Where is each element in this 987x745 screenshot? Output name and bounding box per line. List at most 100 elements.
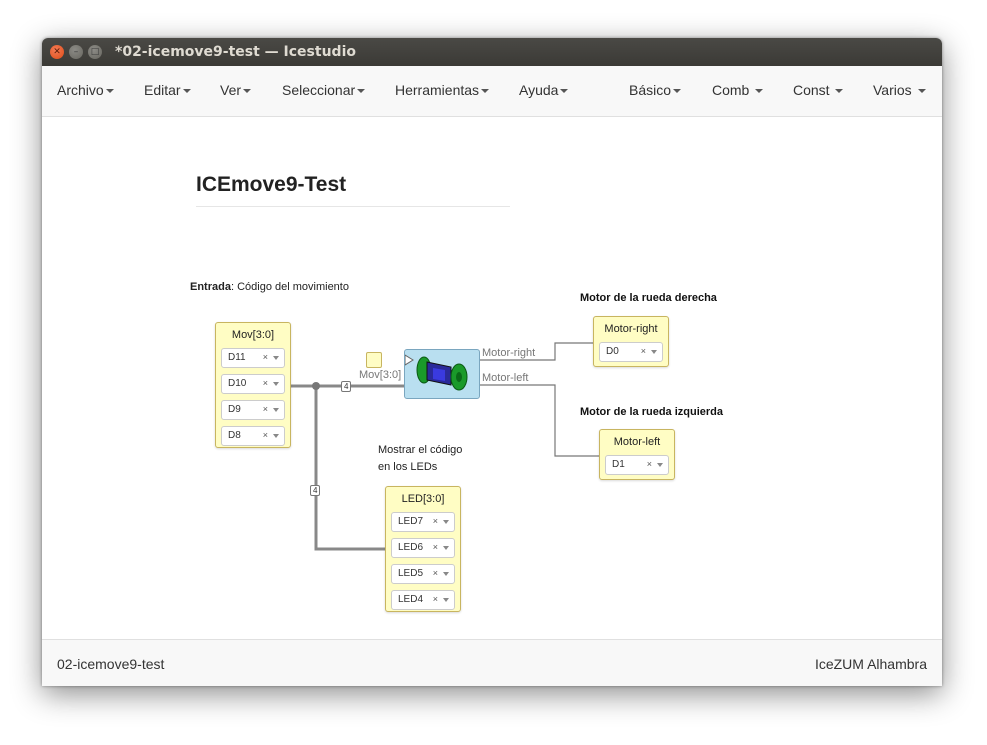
output-block-led[interactable]: LED[3:0] LED7 × LED6 × LED5 × LED4 × bbox=[385, 486, 461, 612]
dropdown-arrow-icon[interactable] bbox=[273, 356, 279, 360]
output-block-motor-right[interactable]: Motor-right D0 × bbox=[593, 316, 669, 367]
block-name: Motor-right bbox=[604, 323, 658, 335]
clear-icon[interactable]: × bbox=[647, 459, 652, 469]
dropdown-arrow-icon[interactable] bbox=[657, 463, 663, 467]
pin-select[interactable]: D9 × bbox=[221, 400, 285, 420]
module-output-left-label: Motor-left bbox=[482, 372, 529, 384]
output-block-motor-left[interactable]: Motor-left D1 × bbox=[599, 429, 675, 480]
pin-value: D8 bbox=[228, 430, 241, 441]
bus-wire-led[interactable] bbox=[314, 386, 385, 551]
pin-select[interactable]: LED7 × bbox=[391, 512, 455, 532]
menu-label: Básico bbox=[629, 82, 672, 98]
caret-down-icon bbox=[357, 89, 366, 94]
menu-label: Herramientas bbox=[395, 82, 480, 98]
dropdown-arrow-icon[interactable] bbox=[651, 350, 657, 354]
pin-value: LED7 bbox=[398, 516, 424, 527]
pin-select[interactable]: LED6 × bbox=[391, 538, 455, 558]
app-window: ✕ – □ *02-icemove9-test — Icestudio Arch… bbox=[42, 38, 942, 686]
clear-icon[interactable]: × bbox=[641, 346, 646, 356]
pin-select[interactable]: LED4 × bbox=[391, 590, 455, 610]
menu-ver[interactable]: Ver bbox=[220, 82, 252, 98]
motor-left-note[interactable]: Motor de la rueda izquierda bbox=[580, 406, 723, 418]
motor-icon bbox=[405, 354, 468, 391]
caret-down-icon bbox=[673, 89, 682, 94]
menu-bar: Archivo Editar Ver Seleccionar Herramien… bbox=[42, 66, 942, 117]
pin-value: D9 bbox=[228, 404, 241, 415]
menu-ayuda[interactable]: Ayuda bbox=[519, 82, 569, 98]
clear-icon[interactable]: × bbox=[263, 430, 268, 440]
pin-select[interactable]: D1 × bbox=[605, 455, 669, 475]
menu-basico[interactable]: Básico bbox=[629, 82, 682, 98]
menu-varios[interactable]: Varios bbox=[873, 82, 926, 98]
dropdown-arrow-icon[interactable] bbox=[273, 408, 279, 412]
clear-icon[interactable]: × bbox=[263, 352, 268, 362]
pin-value: D10 bbox=[228, 378, 247, 389]
clear-icon[interactable]: × bbox=[263, 404, 268, 414]
menu-label: Const bbox=[793, 82, 834, 98]
pin-value: LED5 bbox=[398, 568, 424, 579]
dropdown-arrow-icon[interactable] bbox=[443, 572, 449, 576]
design-canvas[interactable]: ICEmove9-Test Entrada: Código del movimi… bbox=[42, 117, 942, 639]
clear-icon[interactable]: × bbox=[433, 568, 438, 578]
menu-archivo[interactable]: Archivo bbox=[57, 82, 114, 98]
dropdown-arrow-icon[interactable] bbox=[443, 598, 449, 602]
block-name: LED[3:0] bbox=[401, 493, 445, 505]
caret-down-icon bbox=[243, 89, 252, 94]
entrada-note[interactable]: Entrada: Código del movimiento bbox=[190, 279, 349, 296]
clear-icon[interactable]: × bbox=[433, 594, 438, 604]
caret-down-icon bbox=[105, 89, 114, 94]
menu-herramientas[interactable]: Herramientas bbox=[395, 82, 490, 98]
dropdown-arrow-icon[interactable] bbox=[443, 546, 449, 550]
module-input-label: Mov[3:0] bbox=[359, 369, 402, 381]
block-name: Mov[3:0] bbox=[231, 329, 275, 341]
caret-down-icon bbox=[560, 89, 569, 94]
input-block-mov[interactable]: Mov[3:0] D11 × D10 × D9 × D8 × bbox=[215, 322, 291, 448]
menu-label: Comb bbox=[712, 82, 754, 98]
menu-const[interactable]: Const bbox=[793, 82, 844, 98]
constant-input-box[interactable] bbox=[366, 352, 382, 368]
wire-junction bbox=[312, 382, 320, 390]
maximize-window-button[interactable]: □ bbox=[88, 45, 102, 59]
module-output-right-label: Motor-right bbox=[482, 347, 536, 359]
dropdown-arrow-icon[interactable] bbox=[443, 520, 449, 524]
pin-select[interactable]: D0 × bbox=[599, 342, 663, 362]
wire-motor-left[interactable] bbox=[480, 384, 599, 457]
pin-select[interactable]: D11 × bbox=[221, 348, 285, 368]
clear-icon[interactable]: × bbox=[433, 542, 438, 552]
pin-value: D11 bbox=[228, 352, 246, 363]
caret-down-icon bbox=[835, 89, 844, 94]
menu-label: Archivo bbox=[57, 82, 104, 98]
title-divider bbox=[196, 206, 510, 207]
entrada-text: : Código del movimiento bbox=[230, 281, 349, 293]
menu-label: Seleccionar bbox=[282, 82, 356, 98]
diagram-title: ICEmove9-Test bbox=[196, 173, 347, 196]
pin-value: LED6 bbox=[398, 542, 424, 553]
board-selector[interactable]: IceZUM Alhambra bbox=[815, 656, 927, 672]
caret-down-icon bbox=[755, 89, 764, 94]
pin-select[interactable]: D8 × bbox=[221, 426, 285, 446]
motor-right-note[interactable]: Motor de la rueda derecha bbox=[580, 292, 717, 304]
title-bar: ✕ – □ *02-icemove9-test — Icestudio bbox=[42, 38, 942, 66]
pin-value: D1 bbox=[612, 459, 625, 470]
menu-seleccionar[interactable]: Seleccionar bbox=[282, 82, 366, 98]
entrada-bold: Entrada bbox=[190, 281, 231, 293]
project-name: 02-icemove9-test bbox=[57, 656, 165, 672]
pin-select[interactable]: D10 × bbox=[221, 374, 285, 394]
minimize-window-button[interactable]: – bbox=[69, 45, 83, 59]
clear-icon[interactable]: × bbox=[263, 378, 268, 388]
menu-comb[interactable]: Comb bbox=[712, 82, 764, 98]
dropdown-arrow-icon[interactable] bbox=[273, 434, 279, 438]
menu-editar[interactable]: Editar bbox=[144, 82, 191, 98]
block-name: Motor-left bbox=[613, 436, 661, 448]
menu-label: Ver bbox=[220, 82, 242, 98]
leds-note-line: en los LEDs bbox=[378, 461, 438, 473]
leds-note[interactable]: Mostrar el código en los LEDs bbox=[378, 442, 462, 476]
menu-label: Varios bbox=[873, 82, 916, 98]
bus-size-label: 4 bbox=[341, 381, 352, 392]
close-window-button[interactable]: ✕ bbox=[50, 45, 64, 59]
caret-down-icon bbox=[917, 89, 926, 94]
clear-icon[interactable]: × bbox=[433, 516, 438, 526]
dropdown-arrow-icon[interactable] bbox=[273, 382, 279, 386]
pin-select[interactable]: LED5 × bbox=[391, 564, 455, 584]
module-block-motor[interactable] bbox=[404, 349, 480, 399]
